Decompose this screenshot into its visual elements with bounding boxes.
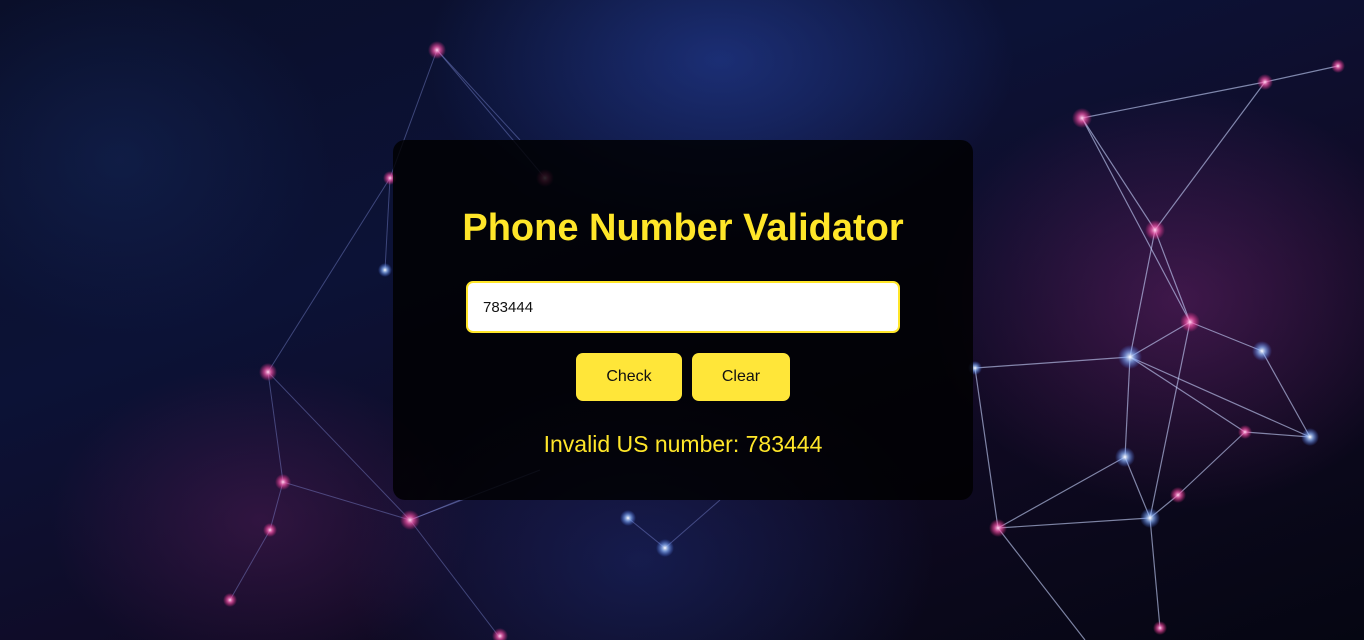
check-button[interactable]: Check — [576, 353, 682, 401]
result-message: Invalid US number: 783444 — [543, 431, 823, 457]
validator-card: Phone Number Validator Check Clear Inval… — [393, 140, 973, 500]
clear-button[interactable]: Clear — [692, 353, 790, 401]
page-title: Phone Number Validator — [462, 207, 904, 249]
phone-number-input[interactable] — [466, 281, 900, 333]
